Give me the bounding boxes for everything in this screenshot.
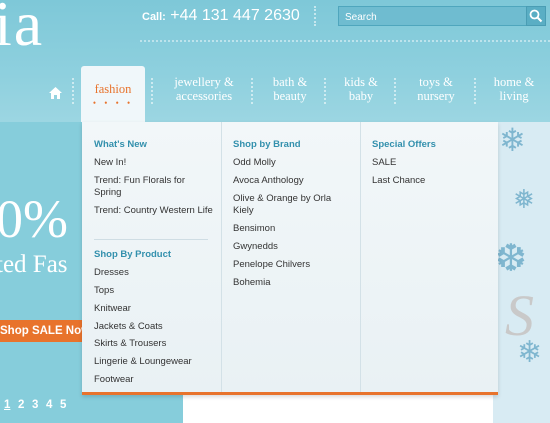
menu-heading-whats-new[interactable]: What's New xyxy=(94,139,147,150)
header-dotted-rule xyxy=(140,40,550,42)
header-divider xyxy=(314,6,318,26)
search-input[interactable] xyxy=(339,8,521,27)
menu-link[interactable]: Bohemia xyxy=(233,277,353,289)
nav-item-fashion[interactable]: fashion • • • • xyxy=(81,66,145,122)
menu-link[interactable]: New In! xyxy=(94,157,214,169)
menu-heading-shop-by-product[interactable]: Shop By Product xyxy=(94,249,171,260)
pager-page-5[interactable]: 5 xyxy=(60,399,74,411)
menu-link[interactable]: Olive & Orange by Orla Kiely xyxy=(233,193,353,217)
pager-page-4[interactable]: 4 xyxy=(46,399,60,411)
nav-divider xyxy=(151,78,153,104)
nav-label: home & xyxy=(493,75,535,89)
nav-divider xyxy=(474,78,476,104)
snowflake-icon: ❆ xyxy=(495,238,527,280)
decorative-script: S xyxy=(505,283,534,348)
menu-column: What's New New In! Trend: Fun Florals fo… xyxy=(82,122,221,392)
banner-headline: 0% xyxy=(0,189,68,249)
nav-label: baby xyxy=(348,89,374,103)
nav-divider xyxy=(72,78,74,104)
shop-sale-button[interactable]: Shop SALE Now xyxy=(0,320,86,342)
nav-label: jewellery & xyxy=(174,75,234,89)
menu-link[interactable]: Skirts & Trousers xyxy=(94,338,214,350)
nav-item-home-living[interactable]: home & living xyxy=(488,75,540,103)
menu-column: Special Offers SALE Last Chance xyxy=(360,122,499,392)
menu-column: Shop by Brand Odd Molly Avoca Anthology … xyxy=(221,122,361,392)
menu-link[interactable]: Avoca Anthology xyxy=(233,175,353,187)
search-icon xyxy=(529,9,543,23)
active-indicator: • • • • xyxy=(92,98,134,108)
nav-divider xyxy=(324,78,326,104)
menu-link[interactable]: Tops xyxy=(94,285,214,297)
nav-label: living xyxy=(499,89,529,103)
nav-item-jewellery-accessories[interactable]: jewellery & accessories xyxy=(166,75,242,103)
banner-subheadline: ted Fas xyxy=(0,251,68,278)
fashion-dropdown-menu: What's New New In! Trend: Fun Florals fo… xyxy=(82,122,498,395)
pager-page-3[interactable]: 3 xyxy=(32,399,46,411)
search-box xyxy=(338,6,528,27)
menu-link[interactable]: Penelope Chilvers xyxy=(233,259,353,271)
menu-link[interactable]: Lingerie & Loungewear xyxy=(94,356,214,368)
snowflake-icon: ❄ xyxy=(499,122,526,158)
search-button[interactable] xyxy=(526,6,546,26)
slide-pager: 12345 xyxy=(4,395,74,413)
site-header: ia Call: +44 131 447 2630 fashion • • • … xyxy=(0,0,550,122)
phone-label: Call: xyxy=(142,11,166,23)
nav-label: bath & xyxy=(272,75,308,89)
menu-link[interactable]: Bensimon xyxy=(233,223,353,235)
menu-link[interactable]: Odd Molly xyxy=(233,157,353,169)
menu-link[interactable]: Dresses xyxy=(94,267,214,279)
pager-page-2[interactable]: 2 xyxy=(18,399,32,411)
nav-label: beauty xyxy=(273,89,307,103)
nav-divider xyxy=(251,78,253,104)
menu-link[interactable]: Footwear xyxy=(94,374,214,386)
pager-page-1[interactable]: 1 xyxy=(4,399,18,411)
nav-item-kids-baby[interactable]: kids & baby xyxy=(336,75,386,103)
site-logo[interactable]: ia xyxy=(0,0,44,56)
phone-number[interactable]: +44 131 447 2630 xyxy=(170,7,299,24)
menu-link[interactable]: Gwynedds xyxy=(233,241,353,253)
menu-link[interactable]: SALE xyxy=(372,157,492,169)
nav-label: kids & xyxy=(344,75,378,89)
menu-link[interactable]: Last Chance xyxy=(372,175,492,187)
nav-divider xyxy=(394,78,396,104)
nav-label: accessories xyxy=(175,89,233,103)
phone-contact: Call: +44 131 447 2630 xyxy=(142,6,300,27)
snowflake-icon: ❅ xyxy=(513,184,535,214)
home-icon[interactable] xyxy=(49,86,62,104)
menu-link[interactable]: Jackets & Coats xyxy=(94,321,214,333)
nav-label: toys & xyxy=(419,75,453,89)
menu-link[interactable]: Trend: Country Western Life xyxy=(94,205,214,217)
nav-label: fashion xyxy=(94,82,132,96)
menu-heading-special-offers[interactable]: Special Offers xyxy=(372,139,436,150)
menu-link[interactable]: Knitwear xyxy=(94,303,214,315)
menu-link[interactable]: Trend: Fun Florals for Spring xyxy=(94,175,214,199)
menu-heading-shop-by-brand[interactable]: Shop by Brand xyxy=(233,139,301,150)
nav-label: nursery xyxy=(417,89,455,103)
nav-item-toys-nursery[interactable]: toys & nursery xyxy=(408,75,464,103)
menu-divider xyxy=(94,239,208,240)
nav-item-bath-beauty[interactable]: bath & beauty xyxy=(264,75,316,103)
